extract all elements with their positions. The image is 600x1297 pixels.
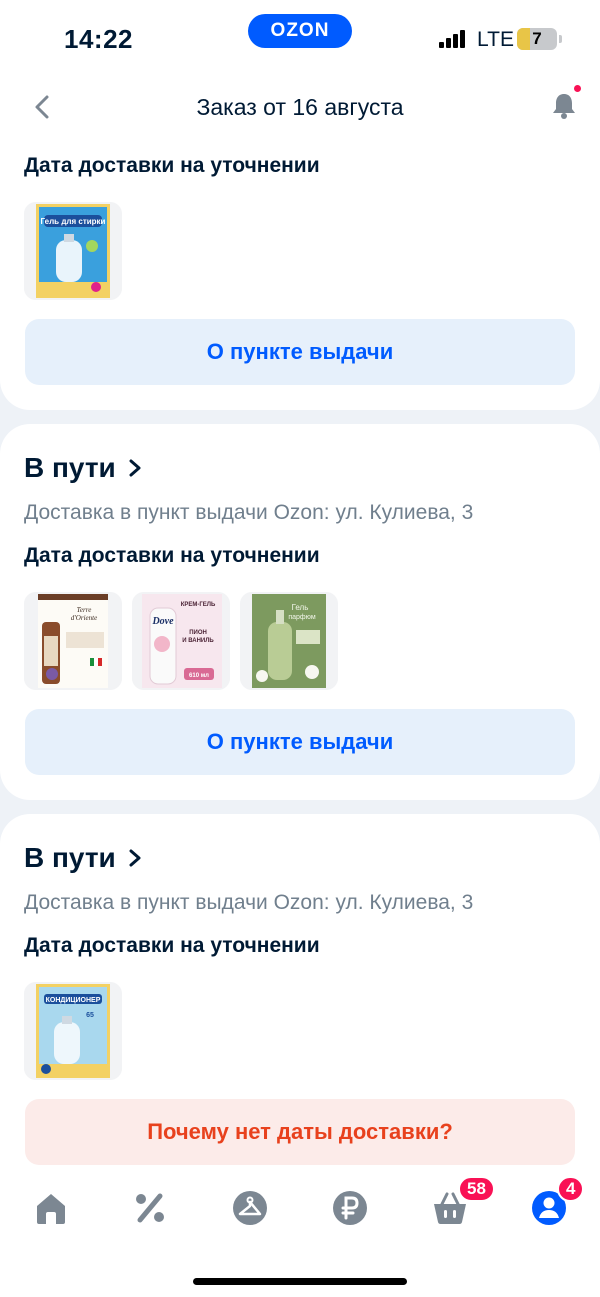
svg-text:КРЕМ-ГЕЛЬ: КРЕМ-ГЕЛЬ bbox=[181, 602, 216, 608]
svg-text:Terre: Terre bbox=[77, 606, 92, 614]
svg-text:ПИОН: ПИОН bbox=[189, 630, 207, 636]
chevron-right-icon bbox=[129, 459, 141, 477]
battery-level: 7 bbox=[532, 29, 542, 48]
svg-text:d'Oriente: d'Oriente bbox=[71, 614, 97, 622]
shipment-status-label: В пути bbox=[24, 842, 116, 873]
delivery-date-label: Дата доставки на уточнении bbox=[24, 154, 320, 177]
svg-text:И ВАНИЛЬ: И ВАНИЛЬ bbox=[182, 638, 214, 644]
product-thumbnail[interactable]: Dove КРЕМ-ГЕЛЬ ПИОН И ВАНИЛЬ 610 мл bbox=[132, 592, 230, 690]
product-thumbnails: КОНДИЦИОНЕР 65 bbox=[24, 982, 122, 1080]
notification-dot bbox=[574, 85, 581, 92]
product-thumbnails: Terre d'Oriente Dove КРЕМ-ГЕЛЬ ПИОН И ВА… bbox=[24, 592, 338, 690]
product-thumbnail[interactable]: Гель для стирки bbox=[24, 202, 122, 300]
shipment-card-2: В пути Доставка в пункт выдачи Ozon: ул.… bbox=[0, 424, 600, 800]
chevron-right-icon bbox=[129, 849, 141, 867]
svg-text:Dove: Dove bbox=[151, 616, 174, 627]
page-title: Заказ от 16 августа bbox=[196, 94, 404, 120]
ruble-icon[interactable] bbox=[330, 1188, 370, 1228]
home-icon[interactable] bbox=[31, 1188, 71, 1228]
percent-icon[interactable] bbox=[130, 1188, 170, 1228]
bell-icon[interactable] bbox=[548, 90, 580, 122]
pickup-point-button[interactable]: О пункте выдачи bbox=[25, 709, 575, 775]
shipment-status[interactable]: В пути bbox=[24, 842, 144, 874]
header: Заказ от 16 августа bbox=[0, 78, 600, 138]
pickup-point-button[interactable]: О пункте выдачи bbox=[25, 319, 575, 385]
product-thumbnail[interactable]: КОНДИЦИОНЕР 65 bbox=[24, 982, 122, 1080]
network-type: LTE bbox=[477, 28, 514, 51]
svg-text:Гель для стирки: Гель для стирки bbox=[41, 217, 106, 226]
svg-text:КОНДИЦИОНЕР: КОНДИЦИОНЕР bbox=[46, 997, 101, 1004]
cart-badge: 58 bbox=[458, 1176, 495, 1202]
shipment-card-3: В пути Доставка в пункт выдачи Ozon: ул.… bbox=[0, 814, 600, 1214]
svg-text:Гель: Гель bbox=[292, 603, 309, 612]
product-thumbnails: Гель для стирки bbox=[24, 202, 122, 300]
hanger-icon[interactable] bbox=[230, 1188, 270, 1228]
home-indicator bbox=[193, 1278, 407, 1285]
ozon-logo: OZON bbox=[248, 14, 352, 48]
shipment-status[interactable]: В пути bbox=[24, 452, 144, 484]
shipment-status-label: В пути bbox=[24, 452, 116, 483]
clock: 14:22 bbox=[64, 24, 133, 54]
delivery-address: Доставка в пункт выдачи Ozon: ул. Кулиев… bbox=[24, 501, 474, 524]
shipment-card-1: Дата доставки на уточнении Гель для стир… bbox=[0, 110, 600, 410]
battery-icon: 7 bbox=[517, 28, 562, 50]
status-bar: 14:22 OZON LTE 7 bbox=[0, 0, 600, 78]
signal-icon bbox=[439, 30, 467, 48]
why-no-delivery-date-button[interactable]: Почему нет даты доставки? bbox=[25, 1099, 575, 1165]
svg-text:65: 65 bbox=[86, 1012, 94, 1019]
product-thumbnail[interactable]: Terre d'Oriente bbox=[24, 592, 122, 690]
delivery-date-label: Дата доставки на уточнении bbox=[24, 544, 320, 567]
svg-text:610 мл: 610 мл bbox=[189, 673, 209, 679]
product-thumbnail[interactable]: Гель парфюм bbox=[240, 592, 338, 690]
svg-text:парфюм: парфюм bbox=[288, 614, 316, 621]
profile-badge: 4 bbox=[557, 1176, 585, 1202]
delivery-address: Доставка в пункт выдачи Ozon: ул. Кулиев… bbox=[24, 891, 474, 914]
delivery-date-label: Дата доставки на уточнении bbox=[24, 934, 320, 957]
